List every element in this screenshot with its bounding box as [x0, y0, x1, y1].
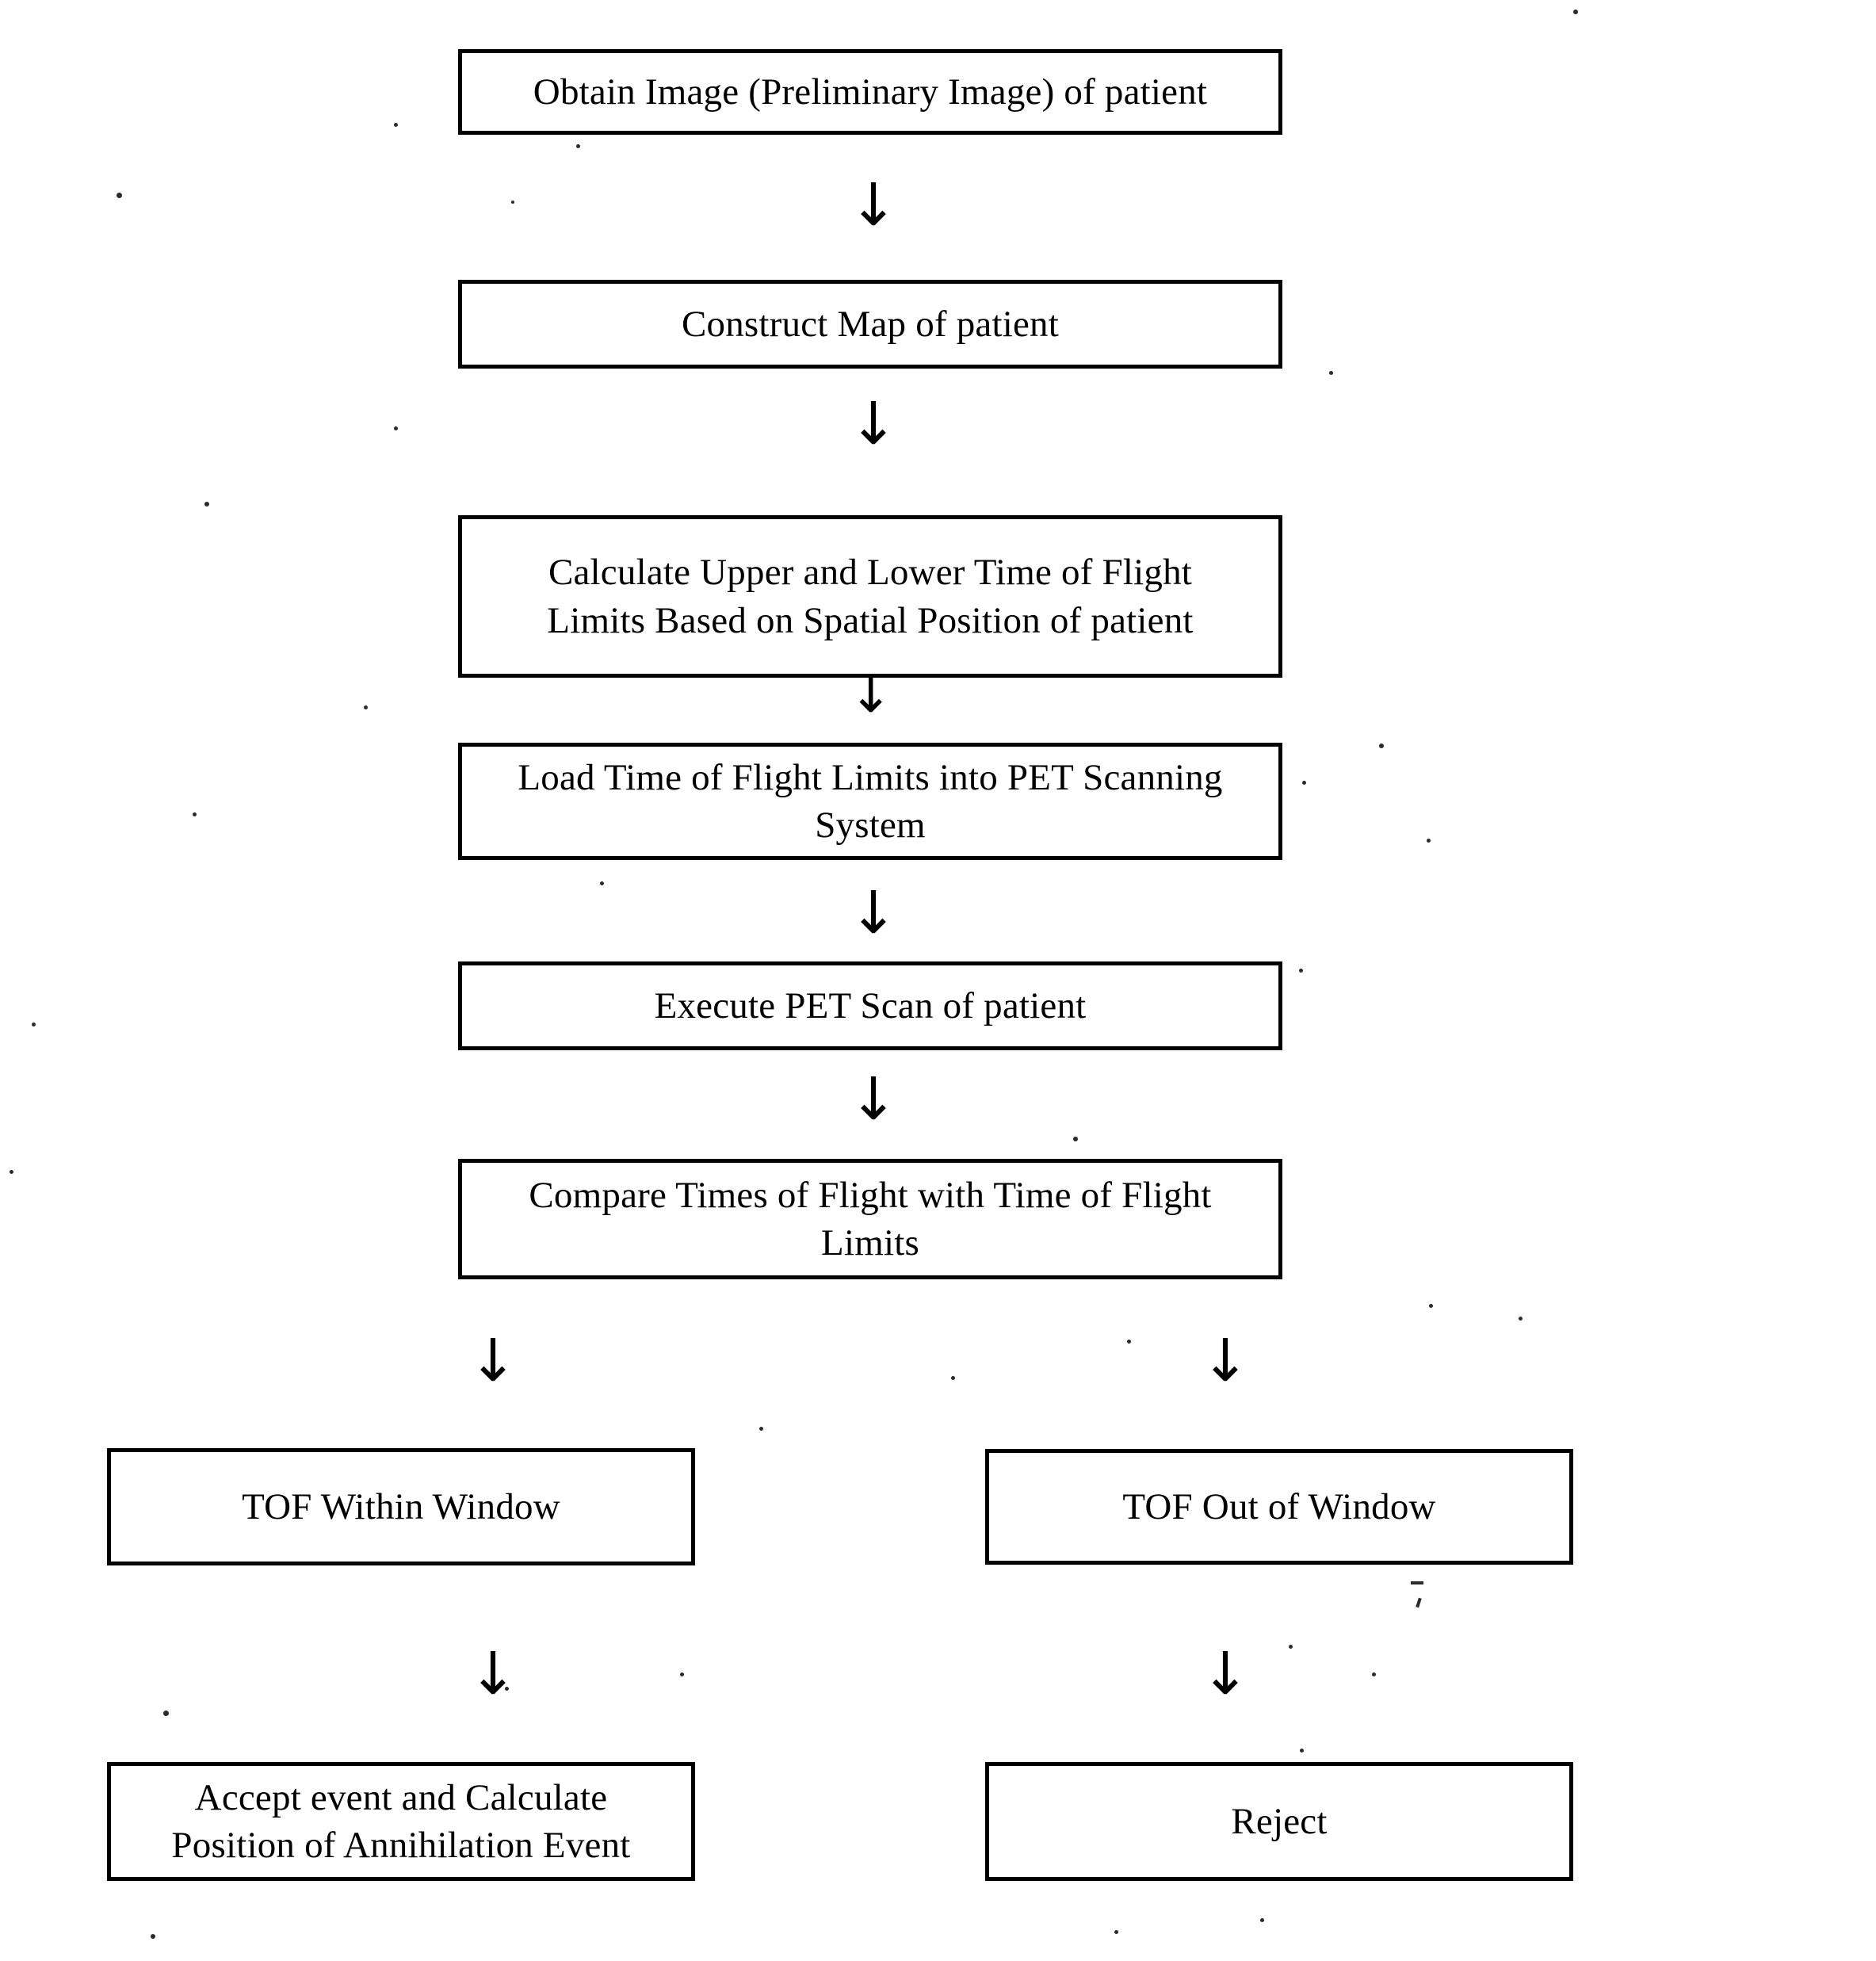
- scan-speck: [1289, 1645, 1293, 1649]
- down-arrow-icon: ↓: [849, 171, 899, 239]
- scan-speck: [600, 881, 604, 885]
- scan-speck: [163, 1711, 169, 1716]
- scan-speck: [394, 123, 398, 127]
- down-arrow-icon: ↓: [1201, 1640, 1251, 1708]
- scan-speck: [32, 1023, 36, 1026]
- flow-node-label: Obtain Image (Preliminary Image) of pati…: [533, 71, 1208, 113]
- scan-speck: [1300, 1749, 1304, 1753]
- flow-node-tof-within-window: TOF Within Window: [107, 1448, 695, 1565]
- flow-node-label: Calculate Upper and Lower Time of Flight…: [547, 552, 1194, 641]
- down-arrow-icon: ↓: [1201, 1327, 1251, 1395]
- scan-speck: [1073, 1137, 1078, 1141]
- flow-node-accept-event: Accept event and Calculate Position of A…: [107, 1762, 695, 1881]
- scan-speck: [1329, 371, 1333, 375]
- scan-speck: [1519, 1317, 1523, 1321]
- flow-node-compare-times: Compare Times of Flight with Time of Fli…: [458, 1159, 1282, 1279]
- scan-speck: [204, 502, 209, 506]
- flow-node-obtain-image: Obtain Image (Preliminary Image) of pati…: [458, 49, 1282, 135]
- flow-node-calculate-limits: Calculate Upper and Lower Time of Flight…: [458, 515, 1282, 678]
- flow-node-label: TOF Within Window: [242, 1485, 560, 1527]
- flow-node-label: TOF Out of Window: [1122, 1485, 1436, 1527]
- scan-speck: [680, 1672, 684, 1676]
- flow-node-label: Accept event and Calculate Position of A…: [171, 1776, 631, 1866]
- scan-speck: [364, 705, 368, 709]
- scan-speck: [511, 201, 514, 204]
- scan-speck: [951, 1376, 955, 1380]
- scan-speck: [1427, 839, 1431, 843]
- down-arrow-icon: ↓: [849, 663, 893, 724]
- scan-speck: [576, 144, 580, 148]
- scan-speck: [1429, 1304, 1433, 1308]
- scan-speck: [1411, 1581, 1423, 1584]
- flow-node-label: Reject: [1231, 1800, 1328, 1842]
- flowchart-canvas: Obtain Image (Preliminary Image) of pati…: [0, 0, 1876, 1961]
- flow-node-label: Load Time of Flight Limits into PET Scan…: [518, 756, 1223, 846]
- flow-node-construct-map: Construct Map of patient: [458, 280, 1282, 369]
- down-arrow-icon: ↓: [849, 1065, 899, 1133]
- scan-speck: [394, 426, 398, 430]
- down-arrow-icon: ↓: [468, 1327, 518, 1395]
- scan-speck: [1416, 1597, 1422, 1608]
- scan-speck: [1379, 743, 1384, 748]
- down-arrow-icon: ↓: [849, 390, 899, 458]
- scan-speck: [1573, 10, 1578, 14]
- down-arrow-icon: ↓: [849, 879, 899, 947]
- flow-node-reject: Reject: [985, 1762, 1573, 1881]
- scan-speck: [759, 1427, 763, 1431]
- scan-speck: [1260, 1918, 1264, 1922]
- scan-speck: [1302, 781, 1306, 785]
- scan-speck: [1114, 1930, 1118, 1934]
- flow-node-execute-scan: Execute PET Scan of patient: [458, 961, 1282, 1050]
- flow-node-tof-out-of-window: TOF Out of Window: [985, 1449, 1573, 1565]
- scan-speck: [1372, 1672, 1376, 1676]
- flow-node-load-limits: Load Time of Flight Limits into PET Scan…: [458, 743, 1282, 860]
- scan-speck: [1127, 1340, 1131, 1344]
- scan-speck: [10, 1170, 13, 1174]
- scan-speck: [1299, 969, 1303, 973]
- flow-node-label: Compare Times of Flight with Time of Fli…: [529, 1174, 1212, 1263]
- scan-speck: [193, 812, 197, 816]
- flow-node-label: Construct Map of patient: [681, 303, 1060, 345]
- down-arrow-icon: ↓: [468, 1640, 518, 1708]
- scan-speck: [117, 193, 122, 198]
- flow-node-label: Execute PET Scan of patient: [654, 984, 1087, 1026]
- scan-speck: [151, 1934, 155, 1939]
